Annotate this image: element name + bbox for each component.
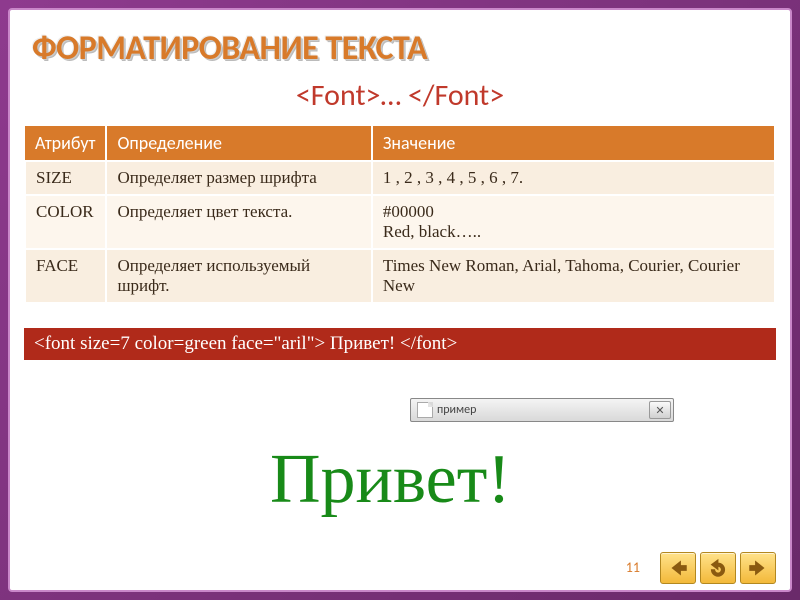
- nav-prev-button[interactable]: [660, 552, 696, 584]
- nav-home-button[interactable]: [700, 552, 736, 584]
- cell-def: Определяет используемый шрифт.: [106, 249, 371, 303]
- table-header-row: Атрибут Определение Значение: [25, 126, 775, 161]
- cell-val: Times New Roman, Arial, Tahoma, Courier,…: [372, 249, 775, 303]
- close-icon[interactable]: ✕: [649, 401, 671, 419]
- rendered-output-text: Привет!: [270, 440, 511, 520]
- cell-attr: COLOR: [25, 195, 106, 249]
- cell-val: #00000 Red, black…..: [372, 195, 775, 249]
- slide-title: Форматирование текста: [10, 10, 790, 73]
- code-example-bar: <font size=7 color=green face="aril"> Пр…: [24, 328, 776, 360]
- cell-attr: SIZE: [25, 161, 106, 195]
- attributes-table: Атрибут Определение Значение SIZE Опреде…: [24, 126, 776, 304]
- col-attribute: Атрибут: [25, 126, 106, 161]
- browser-tab-bar: пример ✕: [410, 398, 674, 422]
- cell-attr: FACE: [25, 249, 106, 303]
- arrow-left-icon: [668, 558, 688, 578]
- page-number: 11: [626, 559, 640, 576]
- page-icon: [417, 402, 433, 418]
- table-row: COLOR Определяет цвет текста. #00000 Red…: [25, 195, 775, 249]
- table-row: SIZE Определяет размер шрифта 1 , 2 , 3 …: [25, 161, 775, 195]
- col-value: Значение: [372, 126, 775, 161]
- table-row: FACE Определяет используемый шрифт. Time…: [25, 249, 775, 303]
- nav-next-button[interactable]: [740, 552, 776, 584]
- font-tag-subtitle: <Font>… </Font>: [10, 77, 790, 114]
- return-icon: [708, 558, 728, 578]
- nav-buttons: [660, 552, 776, 584]
- browser-tab-title: пример: [437, 403, 476, 417]
- arrow-right-icon: [748, 558, 768, 578]
- cell-def: Определяет размер шрифта: [106, 161, 371, 195]
- cell-val: 1 , 2 , 3 , 4 , 5 , 6 , 7.: [372, 161, 775, 195]
- slide-frame: Форматирование текста <Font>… </Font> Ат…: [8, 8, 792, 592]
- col-definition: Определение: [106, 126, 371, 161]
- cell-def: Определяет цвет текста.: [106, 195, 371, 249]
